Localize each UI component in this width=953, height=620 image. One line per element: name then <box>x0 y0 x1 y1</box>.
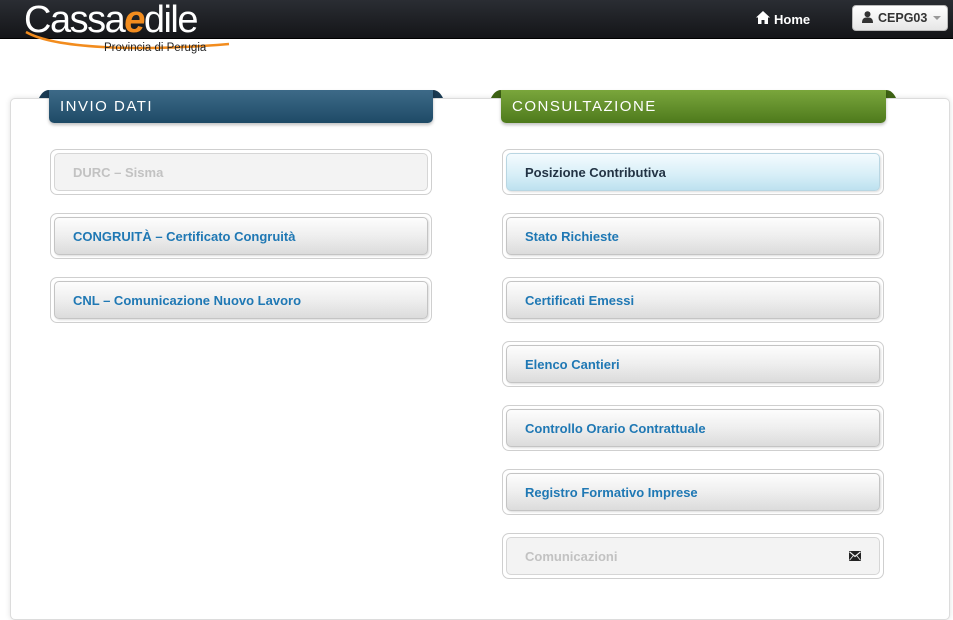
user-name: CEPG03 <box>878 11 928 25</box>
item-label: Posizione Contributiva <box>525 164 666 180</box>
logo-wordmark: Cassaedile <box>24 0 199 41</box>
consultazione-header: CONSULTAZIONE <box>501 90 886 123</box>
user-menu-button[interactable]: CEPG03 <box>852 5 948 31</box>
envelope-icon <box>849 551 861 561</box>
certificati-emessi-button[interactable]: Certificati Emessi <box>502 277 884 323</box>
ribbon-fold <box>491 90 501 98</box>
comunicazioni-button[interactable]: Comunicazioni <box>502 533 884 579</box>
user-icon <box>862 10 873 26</box>
home-link[interactable]: Home <box>756 10 810 28</box>
invio-dati-header: INVIO DATI <box>49 90 433 123</box>
item-label: Stato Richieste <box>525 228 619 244</box>
cnl-button[interactable]: CNL – Comunicazione Nuovo Lavoro <box>50 277 432 323</box>
item-label: CONGRUITÀ – Certificato Congruità <box>73 228 296 244</box>
stato-richieste-button[interactable]: Stato Richieste <box>502 213 884 259</box>
durc-sisma-button[interactable]: DURC – Sisma <box>50 149 432 195</box>
item-label: Elenco Cantieri <box>525 356 620 372</box>
controllo-orario-button[interactable]: Controllo Orario Contrattuale <box>502 405 884 451</box>
item-label: DURC – Sisma <box>73 164 164 180</box>
item-label: Certificati Emessi <box>525 292 635 308</box>
ribbon-fold <box>39 90 49 98</box>
item-label: Registro Formativo Imprese <box>525 484 698 500</box>
logo-subtitle: Provincia di Perugia <box>104 42 207 54</box>
cassaedile-logo[interactable]: Cassaedile Provincia di Perugia <box>24 0 234 58</box>
posizione-contributiva-button[interactable]: Posizione Contributiva <box>502 149 884 195</box>
congruita-button[interactable]: CONGRUITÀ – Certificato Congruità <box>50 213 432 259</box>
ribbon-fold <box>886 90 896 98</box>
home-icon <box>756 11 770 27</box>
item-label: CNL – Comunicazione Nuovo Lavoro <box>73 292 302 308</box>
item-label: Comunicazioni <box>525 548 618 564</box>
ribbon-fold <box>433 90 443 98</box>
registro-formativo-button[interactable]: Registro Formativo Imprese <box>502 469 884 515</box>
home-label: Home <box>774 11 811 27</box>
elenco-cantieri-button[interactable]: Elenco Cantieri <box>502 341 884 387</box>
item-label: Controllo Orario Contrattuale <box>525 420 706 436</box>
chevron-down-icon <box>933 16 942 20</box>
